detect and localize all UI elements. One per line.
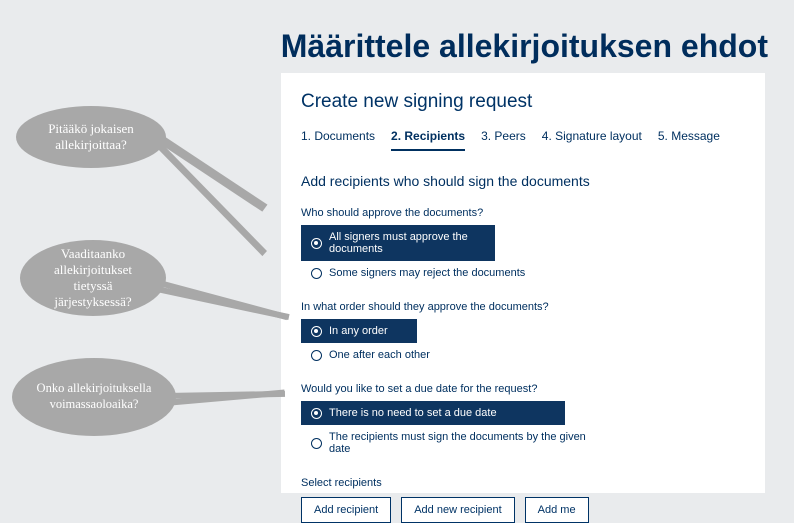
callout-pointer xyxy=(151,278,288,320)
radio-icon xyxy=(311,326,322,337)
select-recipients-label: Select recipients xyxy=(301,477,745,489)
radio-icon xyxy=(311,350,322,361)
step-recipients[interactable]: 2. Recipients xyxy=(391,129,465,151)
add-me-button[interactable]: Add me xyxy=(525,497,589,523)
page-title: Määrittele allekirjoituksen ehdot xyxy=(281,28,768,65)
q2-option-any-order-label: In any order xyxy=(329,325,388,337)
signing-request-panel: Create new signing request 1. Documents … xyxy=(281,73,765,493)
callout-3: Onko allekirjoituksella voimassaoloaika? xyxy=(12,358,176,436)
wizard-steps: 1. Documents 2. Recipients 3. Peers 4. S… xyxy=(301,129,745,151)
radio-icon xyxy=(311,238,322,249)
section-heading: Add recipients who should sign the docum… xyxy=(301,173,745,189)
panel-title: Create new signing request xyxy=(301,91,745,113)
q3-option-no-due-date[interactable]: There is no need to set a due date xyxy=(301,401,565,425)
q2-label: In what order should they approve the do… xyxy=(301,301,745,313)
q2-option-one-after[interactable]: One after each other xyxy=(301,343,565,367)
q3-option-due-date-label: The recipients must sign the documents b… xyxy=(329,431,591,455)
q2-option-any-order[interactable]: In any order xyxy=(301,319,417,343)
callout-1: Pitääkö jokaisen allekirjoittaa? xyxy=(16,106,166,168)
q1-option-some-signers[interactable]: Some signers may reject the documents xyxy=(301,261,565,285)
callout-2: Vaaditaanko allekirjoitukset tietyssä jä… xyxy=(20,240,166,316)
radio-icon xyxy=(311,438,322,449)
step-message[interactable]: 5. Message xyxy=(658,129,720,151)
q1-option-all-signers[interactable]: All signers must approve the documents xyxy=(301,225,495,261)
q1-option-all-signers-label: All signers must approve the documents xyxy=(329,231,485,255)
q1-option-some-signers-label: Some signers may reject the documents xyxy=(329,267,525,279)
recipient-buttons: Add recipient Add new recipient Add me xyxy=(301,497,745,523)
radio-icon xyxy=(311,268,322,279)
step-peers[interactable]: 3. Peers xyxy=(481,129,526,151)
add-new-recipient-button[interactable]: Add new recipient xyxy=(401,497,514,523)
step-documents[interactable]: 1. Documents xyxy=(301,129,375,151)
q1-label: Who should approve the documents? xyxy=(301,207,745,219)
q3-label: Would you like to set a due date for the… xyxy=(301,383,745,395)
add-recipient-button[interactable]: Add recipient xyxy=(301,497,391,523)
q3-option-no-due-date-label: There is no need to set a due date xyxy=(329,407,497,419)
radio-icon xyxy=(311,408,322,419)
step-signature-layout[interactable]: 4. Signature layout xyxy=(542,129,642,151)
q3-option-due-date[interactable]: The recipients must sign the documents b… xyxy=(301,425,601,461)
q2-option-one-after-label: One after each other xyxy=(329,349,430,361)
